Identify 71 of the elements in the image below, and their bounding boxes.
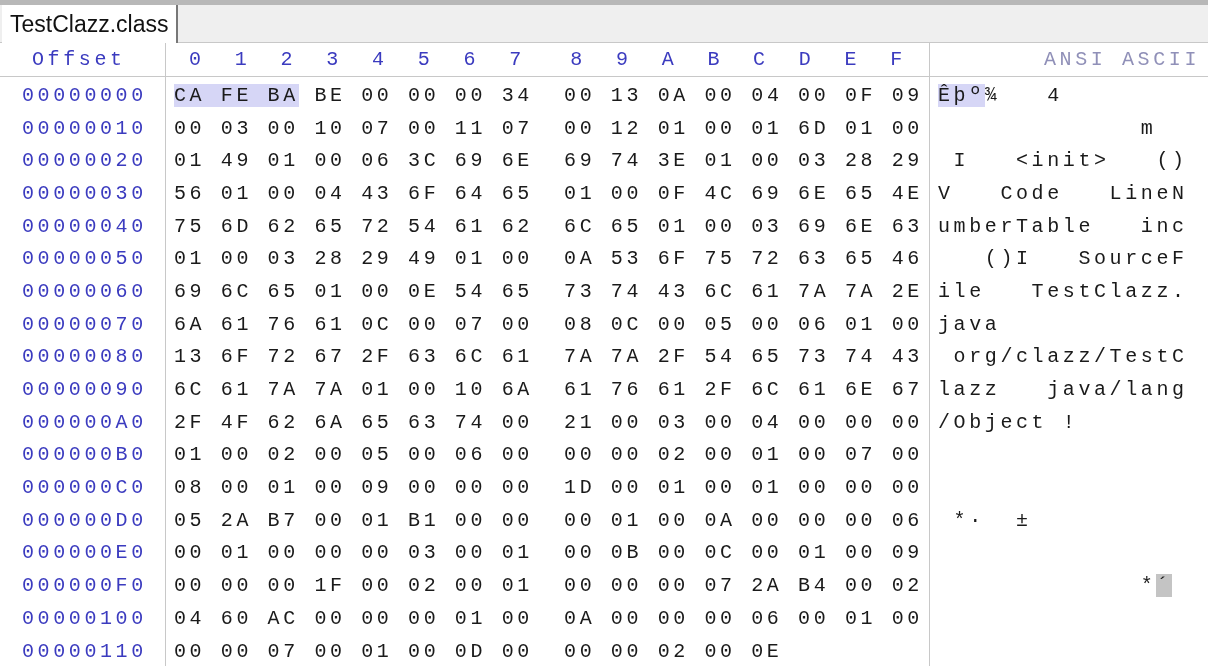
hex-bytes: 00 00 07 00 01 00 0D 00 00 00 02 00 0E: [174, 639, 783, 663]
hex-bytes: 01 00 03 28 29 49 01 00 0A 53 6F 75 72 63 65 46: [174, 247, 923, 271]
ascii-text: /Object !: [938, 410, 1079, 434]
ascii-text: ile TestClazz.: [938, 279, 1188, 303]
row-offset: 00000050: [22, 247, 147, 271]
row-offset: 000000F0: [22, 574, 147, 598]
hex-bytes: 01 49 01 00 06 3C 69 6E 69 74 3E 01 00 03 28 29: [174, 149, 923, 173]
row-offset: 000000B0: [22, 443, 147, 467]
hex-bytes: 75 6D 62 65 72 54 61 62 6C 65 01 00 03 69 6E 63: [174, 214, 923, 238]
row-offset: 00000010: [22, 116, 147, 140]
column-header: 9: [614, 48, 633, 71]
offset-header: Offset: [31, 48, 126, 71]
ascii-text: I <init> (): [952, 149, 1188, 173]
hex-bytes: 6A 61 76 61 0C 00 07 00 08 0C 00 05 00 06 01 00: [174, 312, 923, 336]
ascii-text: Êþº: [938, 83, 985, 107]
hex-bytes: 01 00 02 00 05 00 06 00 00 00 02 00 01 00 07 00: [174, 443, 923, 467]
column-header: F: [889, 48, 907, 71]
hex-bytes: CA FE BA: [174, 83, 299, 107]
ascii-text: umberTable inc: [938, 214, 1188, 238]
column-header: 0: [188, 48, 206, 71]
hex-bytes: 56 01 00 04 43 6F 64 65 01 00 0F 4C 69 6E 65 4E: [174, 181, 923, 205]
ascii-text: ()I SourceF: [983, 247, 1188, 271]
ascii-text: *· ±: [952, 508, 1032, 532]
column-header: E: [843, 48, 862, 71]
hex-bytes: 6C 61 7A 7A 01 00 10 6A 61 76 61 2F 6C 61 6E 67: [174, 378, 923, 402]
text-column-header: ANSI ASCII: [1043, 48, 1200, 71]
column-header: 3: [325, 48, 343, 71]
column-header: 1: [233, 48, 252, 71]
ascii-text: ´: [1156, 574, 1173, 598]
ascii-text: java: [938, 312, 1001, 336]
hex-bytes: 04 60 AC 00 00 00 01 00 0A 00 00 00 06 00 01 00: [174, 606, 923, 630]
row-offset: 00000080: [22, 345, 147, 369]
hex-bytes: 05 2A B7 00 01 B1 00 00 00 01 00 0A 00 00 00 06: [174, 508, 923, 532]
column-header: 7: [508, 48, 526, 71]
hex-bytes: BE 00 00 00 34 00 13 0A 00 04 00 0F 09: [313, 83, 923, 107]
row-offset: 000000A0: [22, 410, 147, 434]
hex-bytes: 13 6F 72 67 2F 63 6C 61 7A 7A 2F 54 65 73 74 43: [174, 345, 923, 369]
ascii-text: lazz java/lang: [938, 378, 1188, 402]
ascii-text: *: [1139, 574, 1157, 598]
row-offset: 00000110: [22, 639, 147, 663]
row-offset: 00000040: [22, 214, 147, 238]
row-offset: 000000C0: [22, 476, 147, 500]
ascii-text: V Code LineN: [938, 181, 1188, 205]
column-header: 4: [371, 48, 389, 71]
file-tab[interactable]: TestClazz.class: [2, 5, 179, 43]
hex-bytes: 2F 4F 62 6A 65 63 74 00 21 00 03 00 04 00 00 00: [174, 410, 923, 434]
hex-bytes: 08 00 01 00 09 00 00 00 1D 00 01 00 01 00 00 00: [174, 476, 923, 500]
column-header: D: [797, 48, 816, 71]
hex-bytes: 00 00 00 1F 00 02 00 01 00 00 00 07 2A B4 00 02: [174, 574, 923, 598]
row-offset: 000000E0: [22, 541, 147, 565]
row-offset: 00000100: [22, 606, 147, 630]
row-offset: 000000D0: [22, 508, 147, 532]
ascii-text: ¾ 4: [984, 83, 1063, 107]
row-offset: 00000090: [22, 378, 147, 402]
column-header: 2: [279, 48, 298, 71]
ascii-text: m: [1139, 116, 1157, 140]
row-offset: 00000060: [22, 279, 147, 303]
column-header: 8: [569, 48, 587, 71]
hex-bytes: 00 01 00 00 00 03 00 01 00 0B 00 0C 00 01 00 09: [174, 541, 923, 565]
ascii-text: org/clazz/TestC: [952, 345, 1188, 369]
column-header: C: [752, 48, 770, 71]
column-header: A: [660, 48, 679, 71]
row-offset: 00000070: [22, 312, 147, 336]
row-offset: 00000000: [22, 83, 147, 107]
row-offset: 00000020: [22, 149, 147, 173]
column-header: 6: [462, 48, 481, 71]
column-header: B: [706, 48, 724, 71]
column-header: 5: [416, 48, 435, 71]
hex-bytes: 00 03 00 10 07 00 11 07 00 12 01 00 01 6D 01 00: [174, 116, 923, 140]
hex-bytes: 69 6C 65 01 00 0E 54 65 73 74 43 6C 61 7A 7A 2E: [174, 279, 923, 303]
row-offset: 00000030: [22, 181, 147, 205]
